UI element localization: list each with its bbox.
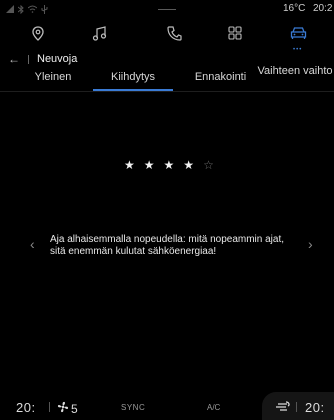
previous-tip-chevron-icon[interactable]: ‹: [30, 236, 35, 252]
sync-button[interactable]: SYNC: [121, 403, 145, 412]
driver-temperature[interactable]: 20:: [16, 400, 36, 415]
status-icons: [6, 3, 48, 15]
ac-button[interactable]: A/C: [207, 403, 220, 412]
outside-temperature: 16°C: [283, 3, 306, 14]
fan-icon: [57, 400, 69, 418]
apps-grid-icon[interactable]: [225, 23, 245, 43]
climate-bar: 20: 5 SYNC A/C 20:: [0, 392, 334, 420]
active-page-indicator: •••: [293, 47, 303, 53]
wifi-icon: [28, 5, 37, 13]
top-navigation: •••: [0, 18, 334, 53]
star-filled-icon: ★: [124, 158, 135, 172]
climate-divider: [49, 402, 50, 412]
star-filled-icon: ★: [183, 158, 195, 172]
car-icon[interactable]: [288, 23, 308, 43]
fan-speed-control[interactable]: 5: [57, 400, 78, 418]
advice-text: Aja alhaisemmalla nopeudella: mitä nopea…: [50, 234, 285, 257]
usb-icon: [41, 4, 48, 14]
tab-general[interactable]: Yleinen: [18, 63, 88, 90]
star-filled-icon: ★: [143, 158, 155, 172]
star-empty-icon: ☆: [203, 158, 214, 172]
tab-bar-divider: [0, 91, 334, 92]
phone-icon[interactable]: [164, 23, 184, 43]
rating-stars: ★ ★ ★ ★ ☆: [124, 159, 214, 171]
climate-divider: [296, 402, 297, 412]
tab-acceleration[interactable]: Kiihdytys: [93, 63, 173, 90]
signal-icon: [6, 5, 14, 13]
fan-speed-value: 5: [71, 402, 78, 416]
clock: 20:2: [313, 3, 333, 14]
status-divider: [158, 9, 176, 10]
tab-gear-shift[interactable]: Vaihteen vaihto: [256, 63, 334, 90]
next-tip-chevron-icon[interactable]: ›: [308, 236, 313, 252]
passenger-temperature[interactable]: 20:: [305, 400, 325, 415]
bluetooth-icon: [18, 4, 24, 14]
location-pin-icon[interactable]: [28, 23, 48, 43]
star-filled-icon: ★: [163, 158, 175, 172]
tab-bar: Yleinen Kiihdytys Ennakointi Vaihteen va…: [0, 63, 334, 92]
tab-anticipation[interactable]: Ennakointi: [183, 63, 258, 90]
status-bar: 16°C 20:2: [0, 0, 334, 18]
air-flow-icon[interactable]: [275, 400, 291, 418]
music-note-icon[interactable]: [89, 23, 109, 43]
